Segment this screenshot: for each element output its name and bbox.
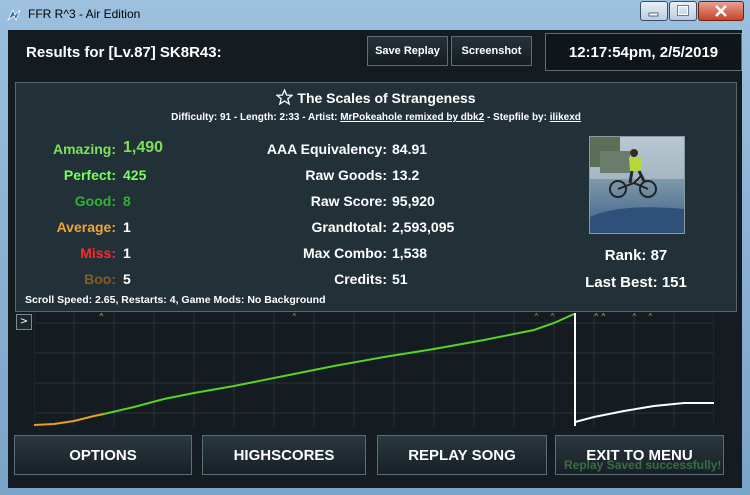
app-window: FFR R^3 - Air Edition Results for [Lv.87…: [0, 0, 750, 495]
highscores-button[interactable]: HIGHSCORES: [202, 435, 366, 475]
miss-marker: x: [99, 313, 104, 318]
stepfile-author-link[interactable]: ilikexd: [550, 112, 581, 123]
judgement-amazing: Amazing: 1,490: [16, 139, 196, 161]
judgement-label: Good:: [74, 193, 116, 209]
stat-label: Credits:: [334, 271, 387, 287]
player-avatar: [589, 136, 685, 234]
minimize-button[interactable]: [640, 1, 668, 21]
combo-line-orange: [34, 413, 105, 426]
artist-link[interactable]: MrPokeahole remixed by dbk2: [340, 112, 484, 123]
stat-value: 51: [392, 271, 408, 287]
rank-text: Rank: 87: [604, 247, 668, 264]
judgement-value: 1: [123, 245, 131, 261]
stat-label: Raw Goods:: [305, 167, 387, 183]
window-controls: [639, 1, 744, 21]
judgement-value: 1,490: [123, 139, 164, 156]
screenshot-button[interactable]: Screenshot: [451, 36, 532, 66]
replay-song-button[interactable]: REPLAY SONG: [377, 435, 547, 475]
stat-label: Max Combo:: [303, 245, 387, 261]
close-button[interactable]: [698, 1, 744, 21]
judgement-good: Good: 8: [16, 193, 196, 213]
judgement-label: Average:: [56, 219, 116, 235]
stat-value: 13.2: [392, 167, 420, 183]
miss-marker: x: [601, 313, 606, 318]
judgement-value: 425: [123, 167, 147, 183]
star-icon[interactable]: [275, 88, 295, 106]
window-title: FFR R^3 - Air Edition: [28, 7, 141, 21]
difficulty-length-text: Difficulty: 91 - Length: 2:33 - Artist:: [171, 112, 338, 123]
score-graph: x x x x x x x x: [34, 313, 714, 426]
judgement-label: Miss:: [80, 245, 116, 261]
game-area: Results for [Lv.87] SK8R43: Save Replay …: [8, 30, 742, 488]
results-heading: Results for [Lv.87] SK8R43:: [26, 44, 222, 61]
stat-value: 1,538: [392, 245, 428, 261]
minimize-icon: [648, 12, 659, 17]
stat-value: 2,593,095: [392, 219, 455, 235]
stat-value: 95,920: [392, 193, 435, 209]
scroll-info-text: Scroll Speed: 2.65, Restarts: 4, Game Mo…: [25, 294, 326, 306]
judgement-label: Perfect:: [63, 167, 116, 183]
miss-marker: x: [648, 313, 653, 318]
graph-grid: [34, 313, 714, 426]
bmx-rider-image: [590, 137, 684, 233]
song-info: Difficulty: 91 - Length: 2:33 - Artist: …: [16, 112, 736, 123]
close-icon: [715, 5, 727, 17]
judgement-perfect: Perfect: 425: [16, 167, 196, 187]
app-icon: [6, 9, 21, 22]
miss-marker: x: [632, 313, 637, 318]
stat-value: 84.91: [392, 141, 428, 157]
graph-expand-button[interactable]: >: [16, 314, 32, 330]
save-replay-button[interactable]: Save Replay: [367, 36, 448, 66]
judgement-boo: Boo: 5: [16, 271, 196, 291]
judgement-label: Amazing:: [53, 141, 116, 157]
replay-saved-notice: Replay Saved successfully!: [564, 458, 722, 472]
title-bar[interactable]: FFR R^3 - Air Edition: [0, 0, 750, 30]
miss-marker: x: [292, 313, 297, 318]
maximize-button[interactable]: [669, 1, 697, 21]
judgement-value: 5: [123, 271, 131, 287]
song-title-row: The Scales of Strangeness: [16, 88, 736, 106]
results-panel: The Scales of Strangeness Difficulty: 91…: [15, 82, 737, 312]
judgement-miss: Miss: 1: [16, 245, 196, 265]
last-best-text: Last Best: 151: [585, 274, 687, 291]
stat-label: Grandtotal:: [311, 219, 387, 235]
maximize-icon: [677, 5, 689, 16]
judgement-label: Boo:: [84, 271, 116, 287]
stat-label: Raw Score:: [310, 193, 387, 209]
miss-marker: x: [594, 313, 599, 318]
options-button[interactable]: OPTIONS: [14, 435, 192, 475]
miss-marker: x: [550, 313, 555, 318]
datetime-display: 12:17:54pm, 2/5/2019: [545, 33, 742, 71]
stat-label: AAA Equivalency:: [266, 141, 387, 157]
judgement-average: Average: 1: [16, 219, 196, 239]
judgement-value: 1: [123, 219, 131, 235]
combo-line-green: [103, 313, 575, 415]
miss-marker: x: [534, 313, 539, 318]
song-title: The Scales of Strangeness: [297, 90, 476, 106]
judgement-value: 8: [123, 193, 131, 209]
stepfile-label: - Stepfile by:: [486, 112, 547, 123]
